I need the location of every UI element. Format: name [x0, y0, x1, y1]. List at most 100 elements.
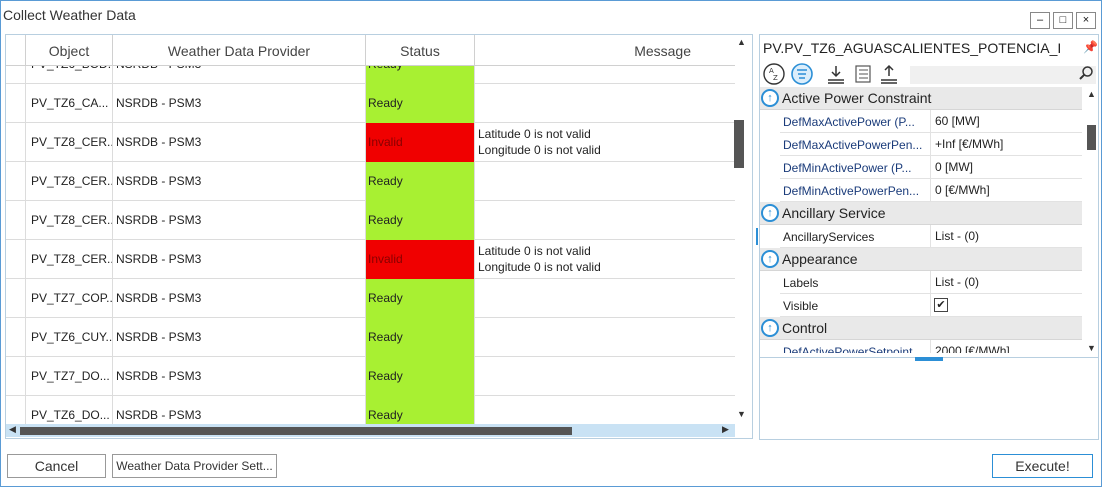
import-icon[interactable]: [824, 63, 848, 87]
message-line: Latitude 0 is not valid: [478, 127, 591, 141]
cell-object: PV_TZ7_COP...: [26, 279, 113, 318]
cell-message: [475, 84, 735, 123]
categorized-icon[interactable]: [790, 63, 814, 87]
property-scroll-down-icon[interactable]: ▼: [1087, 343, 1096, 353]
window-title: Collect Weather Data: [3, 7, 136, 23]
property-scroll-up-icon[interactable]: ▲: [1087, 89, 1096, 99]
svg-text:Z: Z: [773, 74, 778, 82]
scroll-up-arrow-icon[interactable]: ▲: [737, 37, 746, 47]
table-row[interactable]: PV_TZ6_DO... NSRDB - PSM3 Ready: [6, 396, 735, 424]
table-row[interactable]: PV_TZ7_COP... NSRDB - PSM3 Ready: [6, 279, 735, 318]
cell-status: Ready: [366, 318, 475, 357]
row-selector[interactable]: [6, 240, 26, 279]
property-scroll-thumb[interactable]: [1087, 125, 1096, 150]
collapse-arrow-icon[interactable]: ↑: [761, 204, 779, 222]
property-row[interactable]: DefActivePowerSetpoint... 2000 [€/MWh]: [780, 340, 1082, 353]
property-row[interactable]: Labels List - (0): [780, 271, 1082, 294]
row-selector[interactable]: [6, 162, 26, 201]
maximize-button[interactable]: □: [1053, 12, 1073, 29]
minimize-button[interactable]: –: [1030, 12, 1050, 29]
row-selector[interactable]: [6, 318, 26, 357]
property-category[interactable]: ↑ Appearance: [760, 248, 1082, 271]
cell-provider: NSRDB - PSM3: [113, 279, 366, 318]
cell-provider: NSRDB - PSM3: [113, 201, 366, 240]
column-header-provider[interactable]: Weather Data Provider: [113, 35, 366, 66]
grid-vertical-scroll-thumb[interactable]: [734, 120, 744, 168]
property-row[interactable]: DefMinActivePowerPen... 0 [€/MWh]: [780, 179, 1082, 202]
property-category[interactable]: ↑ Control: [760, 317, 1082, 340]
grid-horizontal-scroll-thumb[interactable]: [20, 427, 572, 435]
cell-status: Ready: [366, 66, 475, 84]
property-row[interactable]: AncillaryServices List - (0): [780, 225, 1082, 248]
column-header-object[interactable]: Object: [26, 35, 113, 66]
row-selector[interactable]: [6, 396, 26, 424]
row-selector[interactable]: [6, 66, 26, 84]
collapse-arrow-icon[interactable]: ↑: [761, 319, 779, 337]
property-category[interactable]: ↑ Ancillary Service: [760, 202, 1082, 225]
cell-status: Invalid: [366, 240, 475, 279]
property-value[interactable]: 0 [€/MWh]: [930, 179, 990, 201]
export-icon[interactable]: [877, 63, 901, 87]
property-value[interactable]: 60 [MW]: [930, 110, 980, 132]
property-search-input[interactable]: [910, 66, 1096, 84]
cell-object: PV_TZ6_CA...: [26, 84, 113, 123]
row-selector[interactable]: [6, 201, 26, 240]
cancel-button[interactable]: Cancel: [7, 454, 106, 478]
scroll-down-arrow-icon[interactable]: ▼: [737, 409, 746, 419]
cell-status: Ready: [366, 396, 475, 424]
cell-object: PV_TZ8_CER...: [26, 201, 113, 240]
table-row[interactable]: PV_TZ6_CUY... NSRDB - PSM3 Ready: [6, 318, 735, 357]
property-row[interactable]: DefMinActivePower (P... 0 [MW]: [780, 156, 1082, 179]
row-selector[interactable]: [6, 357, 26, 396]
execute-button[interactable]: Execute!: [992, 454, 1093, 478]
sort-alphabetical-icon[interactable]: AZ: [762, 63, 786, 87]
table-row[interactable]: PV_TZ7_DO... NSRDB - PSM3 Ready: [6, 357, 735, 396]
collapse-arrow-icon[interactable]: ↑: [761, 250, 779, 268]
table-row[interactable]: PV_TZ8_CER... NSRDB - PSM3 Ready: [6, 201, 735, 240]
table-row[interactable]: PV_TZ8_CER... NSRDB - PSM3 Ready: [6, 162, 735, 201]
property-row[interactable]: DefMaxActivePower (P... 60 [MW]: [780, 110, 1082, 133]
property-value[interactable]: 0 [MW]: [930, 156, 973, 178]
scroll-right-arrow-icon[interactable]: ▶: [722, 424, 729, 435]
pin-icon[interactable]: 📌: [1083, 40, 1098, 54]
property-value[interactable]: +Inf [€/MWh]: [930, 133, 1003, 155]
row-selector[interactable]: [6, 279, 26, 318]
scroll-left-arrow-icon[interactable]: ◀: [9, 424, 16, 435]
provider-settings-button[interactable]: Weather Data Provider Sett...: [112, 454, 277, 478]
list-icon[interactable]: [851, 63, 875, 87]
column-header-message[interactable]: Message: [475, 35, 735, 66]
cell-message: [475, 279, 735, 318]
title-bar: Collect Weather Data – □ ×: [1, 1, 1101, 31]
grid-header: Object Weather Data Provider Status Mess…: [6, 35, 735, 66]
grid-vertical-scrollbar[interactable]: [736, 35, 750, 424]
property-name: Labels: [783, 276, 819, 290]
table-row[interactable]: PV_TZ8_CER... NSRDB - PSM3 Invalid Latitude…: [6, 123, 735, 162]
description-splitter-handle[interactable]: [915, 357, 943, 361]
row-selector[interactable]: [6, 84, 26, 123]
table-row[interactable]: PV_TZ6_BOD...NSRDB - PSM3Ready: [6, 66, 735, 84]
category-label: Control: [782, 320, 828, 336]
cell-object: PV_TZ6_CUY...: [26, 318, 113, 357]
collapse-arrow-icon[interactable]: ↑: [761, 89, 779, 107]
search-icon[interactable]: [1078, 65, 1094, 84]
property-value[interactable]: List - (0): [930, 271, 979, 293]
cell-object: PV_TZ8_CER...: [26, 123, 113, 162]
property-value[interactable]: 2000 [€/MWh]: [930, 340, 1010, 353]
property-name: DefMinActivePower (P...: [783, 161, 912, 175]
category-label: Ancillary Service: [782, 205, 886, 221]
category-label: Active Power Constraint: [782, 90, 932, 106]
column-header-status[interactable]: Status: [366, 35, 475, 66]
property-panel-title: PV.PV_TZ6_AGUASCALIENTES_POTENCIA_I: [763, 40, 1062, 56]
property-row[interactable]: DefMaxActivePowerPen... +Inf [€/MWh]: [780, 133, 1082, 156]
property-row[interactable]: Visible ✔: [780, 294, 1082, 317]
row-selector[interactable]: [6, 123, 26, 162]
panel-splitter-marker[interactable]: [756, 228, 758, 245]
property-value[interactable]: List - (0): [930, 225, 979, 247]
table-row[interactable]: PV_TZ6_CA... NSRDB - PSM3 Ready: [6, 84, 735, 123]
visible-checkbox[interactable]: ✔: [934, 298, 948, 312]
cell-status: Ready: [366, 357, 475, 396]
cell-object: PV_TZ6_DO...: [26, 396, 113, 424]
table-row[interactable]: PV_TZ8_CER... NSRDB - PSM3 Invalid Latitude…: [6, 240, 735, 279]
property-category[interactable]: ↑ Active Power Constraint: [760, 87, 1082, 110]
close-button[interactable]: ×: [1076, 12, 1096, 29]
